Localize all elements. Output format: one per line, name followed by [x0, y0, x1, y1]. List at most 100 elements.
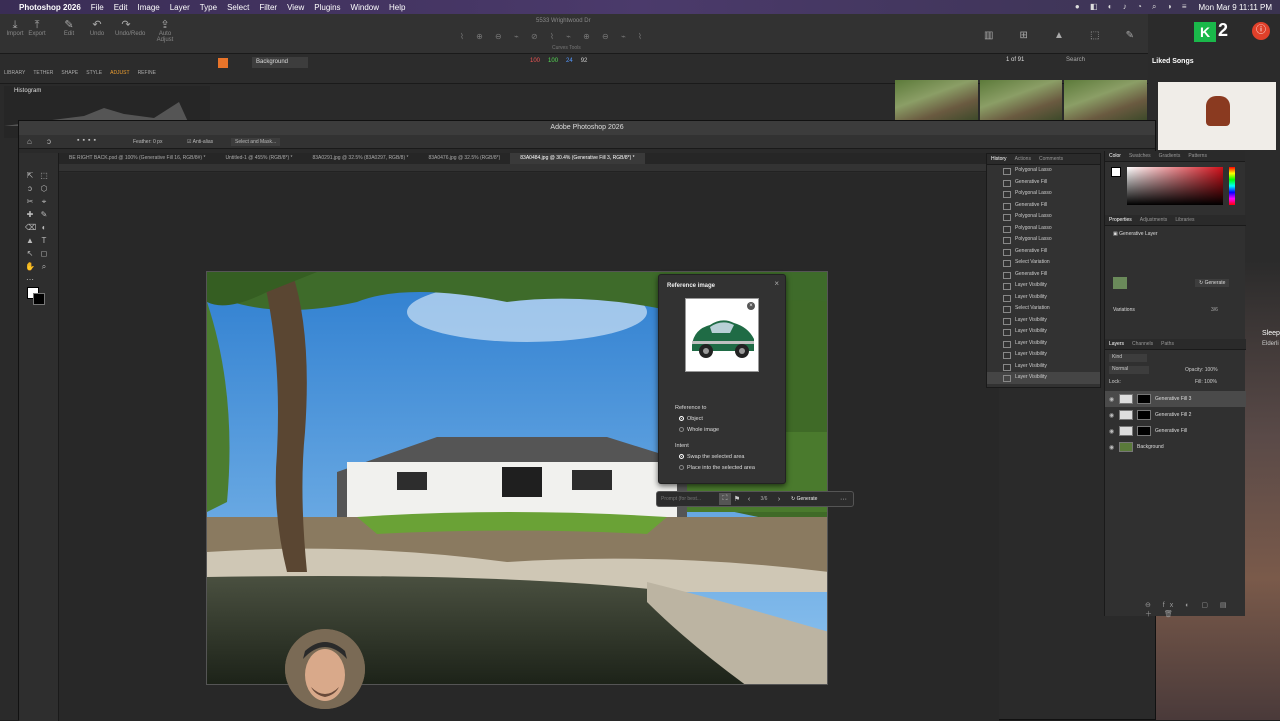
- history-item[interactable]: Generative Fill: [987, 200, 1100, 212]
- properties-generate-button[interactable]: ↻ Generate: [1195, 279, 1230, 287]
- layer-row[interactable]: ◉ Generative Fill 3: [1105, 391, 1246, 407]
- history-item[interactable]: Layer Visibility: [987, 326, 1100, 338]
- menu-help[interactable]: Help: [384, 3, 410, 12]
- tab-comments[interactable]: Comments: [1039, 156, 1063, 162]
- history-item[interactable]: Layer Visibility: [987, 292, 1100, 304]
- import-tool[interactable]: ⤓ Import: [4, 19, 26, 37]
- hand-tool-icon[interactable]: ✋: [25, 262, 35, 272]
- eye-icon[interactable]: ◉: [1109, 428, 1115, 435]
- gradient-tool-icon[interactable]: ◐: [39, 223, 49, 233]
- clock[interactable]: Mon Mar 9 11:11 PM: [1198, 3, 1272, 12]
- tab-channels[interactable]: Channels: [1132, 341, 1153, 347]
- layer-kind-filter[interactable]: Kind: [1109, 354, 1147, 362]
- history-item[interactable]: Polygonal Lasso: [987, 234, 1100, 246]
- history-item[interactable]: Polygonal Lasso: [987, 165, 1100, 177]
- film-thumb[interactable]: [895, 80, 978, 120]
- history-item[interactable]: Generative Fill: [987, 269, 1100, 281]
- healing-tool-icon[interactable]: ✚: [25, 210, 35, 220]
- layer-select[interactable]: Background: [252, 57, 308, 68]
- option-whole-image[interactable]: Whole image: [687, 427, 719, 433]
- background-color-swatch[interactable]: [33, 293, 45, 305]
- crop-tool-icon[interactable]: ✂: [25, 197, 35, 207]
- history-item[interactable]: Polygonal Lasso: [987, 223, 1100, 235]
- layer-row[interactable]: ◉ Generative Fill: [1105, 423, 1246, 439]
- tab-color[interactable]: Color: [1109, 153, 1121, 159]
- menu-app-name[interactable]: Photoshop 2026: [14, 3, 86, 12]
- filmstrip[interactable]: [895, 80, 1148, 120]
- record-icon[interactable]: ⓘ: [1252, 22, 1270, 40]
- edit-tool[interactable]: ✎ Edit: [58, 19, 80, 37]
- canvas-area[interactable]: [59, 173, 999, 721]
- radio-place[interactable]: [679, 465, 684, 470]
- selection-mode-icons[interactable]: ▪▪▪▪: [77, 137, 99, 144]
- menu-layer[interactable]: Layer: [165, 3, 195, 12]
- history-item[interactable]: Generative Fill: [987, 246, 1100, 258]
- object-select-tool-icon[interactable]: ⬡: [39, 184, 49, 194]
- history-item[interactable]: Select Variation: [987, 303, 1100, 315]
- marquee-tool-icon[interactable]: ⬚: [39, 171, 49, 181]
- lasso-tool-icon[interactable]: ↄ: [25, 184, 35, 194]
- k-app-icon[interactable]: K: [1194, 22, 1216, 42]
- auto-adjust-tool[interactable]: ⇪ Auto Adjust: [150, 19, 180, 43]
- prev-variation-icon[interactable]: ‹: [743, 496, 755, 503]
- tab-untitled[interactable]: Untitled-1 @ 455% (RGB/8*) *: [215, 153, 302, 164]
- curves-tools[interactable]: ⌇ ⊕ ⊖ ⌁ ⊘ ⌇ ⌁ ⊕ ⊖ ⌁ ⌇: [460, 32, 680, 42]
- tab-properties[interactable]: Properties: [1109, 217, 1132, 223]
- type-tool-icon[interactable]: T: [39, 236, 49, 246]
- color-picker-field[interactable]: [1127, 167, 1223, 205]
- tab-gradients[interactable]: Gradients: [1159, 153, 1181, 159]
- opacity-field[interactable]: Opacity: 100%: [1185, 367, 1218, 373]
- undo-tool[interactable]: ↶ Undo: [86, 19, 108, 37]
- history-item[interactable]: Layer Visibility: [987, 372, 1100, 384]
- history-item[interactable]: Select Variation: [987, 257, 1100, 269]
- option-object[interactable]: Object: [687, 416, 703, 422]
- lr-right-tools[interactable]: ▥ ⊞ ▲ ⬚ ✎: [984, 30, 1134, 41]
- flag-icon[interactable]: ⚑: [731, 495, 743, 503]
- more-tools-icon[interactable]: ⋯: [25, 275, 35, 285]
- menu-filter[interactable]: Filter: [254, 3, 282, 12]
- option-swap[interactable]: Swap the selected area: [687, 454, 744, 460]
- history-item[interactable]: Layer Visibility: [987, 280, 1100, 292]
- select-mask-button[interactable]: Select and Mask...: [231, 138, 281, 146]
- history-item[interactable]: Polygonal Lasso: [987, 211, 1100, 223]
- reference-image-thumbnail[interactable]: ×: [685, 298, 759, 372]
- tab-adjustments[interactable]: Adjustments: [1140, 217, 1168, 223]
- tab-layers[interactable]: Layers: [1109, 341, 1124, 347]
- radio-object[interactable]: [679, 416, 684, 421]
- antialias-checkbox[interactable]: ☑ Anti-alias: [187, 139, 213, 145]
- menu-window[interactable]: Window: [346, 3, 384, 12]
- menu-select[interactable]: Select: [222, 3, 254, 12]
- copy-apply-icon[interactable]: ✎: [1126, 30, 1134, 41]
- foreground-color-swatch[interactable]: [1111, 167, 1121, 177]
- brush-tool-icon[interactable]: ✎: [39, 210, 49, 220]
- lasso-icon[interactable]: ↄ: [47, 137, 51, 146]
- feather-field[interactable]: Feather: 0 px: [133, 139, 162, 145]
- before-icon[interactable]: ▥: [984, 30, 993, 41]
- remove-reference-icon[interactable]: ×: [747, 302, 755, 310]
- tab-83a0484[interactable]: 83A0484.jpg @ 30.4% (Generative Fill 3, …: [510, 153, 645, 164]
- lr-search[interactable]: Search: [1066, 57, 1085, 63]
- eraser-tool-icon[interactable]: ⌫: [25, 223, 36, 233]
- close-icon[interactable]: ×: [774, 279, 779, 288]
- layer-row[interactable]: ◉ Background: [1105, 439, 1246, 455]
- tab-paths[interactable]: Paths: [1161, 341, 1174, 347]
- undo-redo-tool[interactable]: ↷ Undo/Redo: [115, 19, 145, 37]
- module-adjust[interactable]: ADJUST: [110, 58, 129, 76]
- eye-icon[interactable]: ◉: [1109, 396, 1115, 403]
- tab-be-right-back[interactable]: BE RIGHT BACK.psd @ 100% (Generative Fil…: [59, 153, 215, 164]
- module-style[interactable]: STYLE: [86, 58, 102, 76]
- fill-field[interactable]: Fill: 100%: [1195, 379, 1217, 385]
- layers-footer-icons[interactable]: ⊖ fx ◐ ▢ ▤ ＋ 🗑: [1145, 601, 1245, 619]
- layer-color-swatch[interactable]: [218, 58, 228, 68]
- module-shape[interactable]: SHAPE: [61, 58, 78, 76]
- blend-mode-select[interactable]: Normal: [1109, 366, 1149, 374]
- radio-swap[interactable]: [679, 454, 684, 459]
- pen-tool-icon[interactable]: ▲: [25, 236, 35, 246]
- eyedropper-tool-icon[interactable]: ⌖: [39, 197, 49, 207]
- zoom-tool-icon[interactable]: ⌕: [39, 262, 49, 272]
- path-select-tool-icon[interactable]: ↖: [25, 249, 35, 259]
- hue-slider[interactable]: [1229, 167, 1235, 205]
- tab-83a0476[interactable]: 83A0476.jpg @ 32.5% (RGB/8*): [418, 153, 510, 164]
- tab-83a0291[interactable]: 83A0291.jpg @ 32.5% (83A0297, RGB/8) *: [302, 153, 418, 164]
- menu-plugins[interactable]: Plugins: [309, 3, 345, 12]
